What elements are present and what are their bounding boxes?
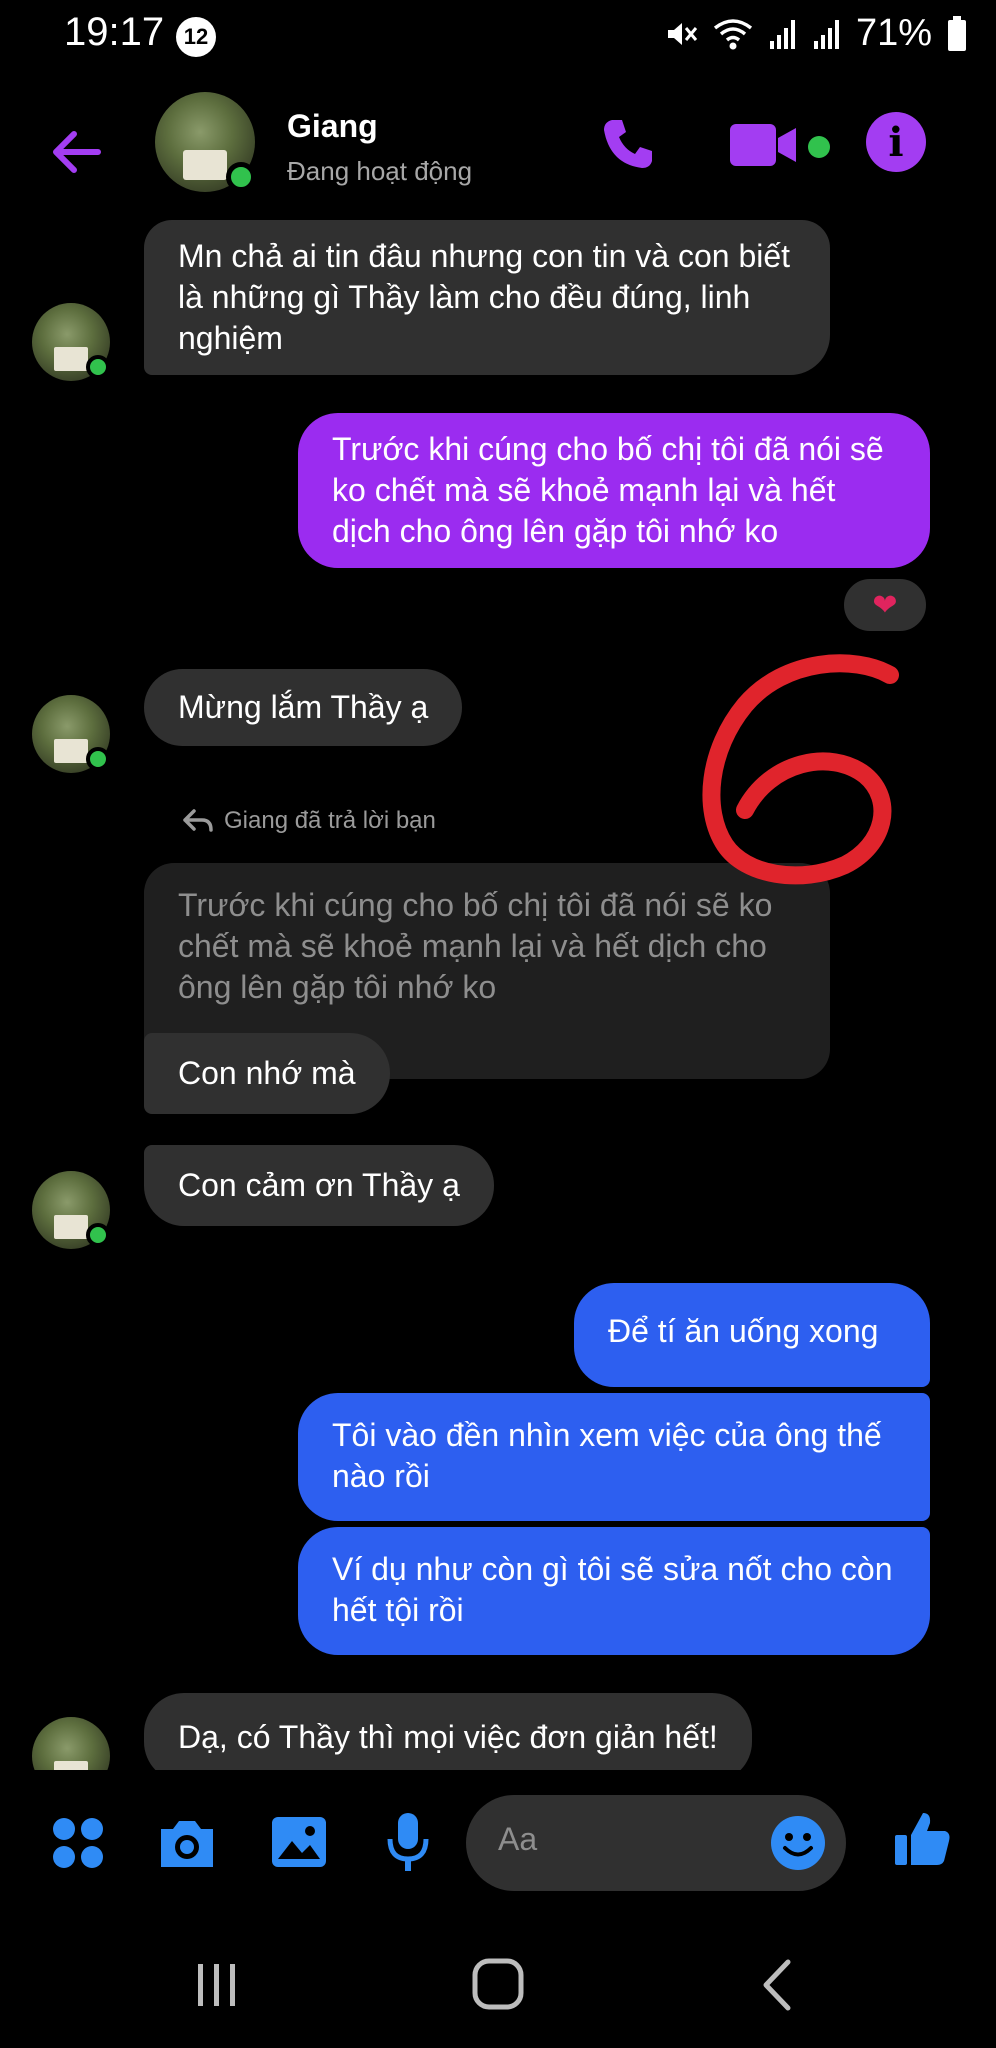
message-list[interactable]: Mn chả ai tin đâu nhưng con tin và con b…	[0, 215, 996, 1770]
image-icon[interactable]	[270, 1815, 328, 1869]
incoming-message[interactable]: Mn chả ai tin đâu nhưng con tin và con b…	[144, 220, 830, 375]
battery-icon	[948, 15, 966, 51]
reply-arrow-icon	[183, 809, 213, 832]
phone-icon	[604, 120, 652, 168]
heart-icon: ❤	[872, 588, 898, 622]
avatar[interactable]	[32, 1717, 110, 1770]
status-icons: 71%	[662, 12, 968, 55]
online-indicator	[86, 1223, 110, 1247]
video-call-button[interactable]	[728, 120, 800, 170]
incoming-message[interactable]: Mừng lắm Thầy ạ	[144, 669, 463, 746]
microphone-icon[interactable]	[386, 1811, 430, 1875]
back-arrow-icon	[53, 131, 101, 173]
voice-call-button[interactable]	[598, 114, 658, 174]
signal-icon	[813, 19, 839, 49]
incoming-message[interactable]: Con nhớ mà	[144, 1033, 390, 1114]
video-active-dot	[808, 136, 830, 158]
handwritten-six-annotation: 6	[690, 650, 899, 885]
status-bar: 19:17 12 71%	[0, 0, 996, 70]
conversation-header: Giang Đang hoạt động i	[0, 80, 996, 210]
emoji-icon[interactable]	[770, 1815, 826, 1871]
system-navigation-bar	[0, 1920, 996, 2048]
annotation-text: 6	[690, 650, 691, 651]
heart-reaction[interactable]: ❤	[840, 575, 930, 635]
info-button[interactable]: i	[866, 112, 926, 172]
online-indicator	[86, 355, 110, 379]
back-icon[interactable]	[758, 1958, 798, 2012]
online-indicator	[86, 747, 110, 771]
online-indicator	[226, 162, 256, 192]
outgoing-message[interactable]: Để tí ăn uống xong	[574, 1283, 930, 1387]
message-input[interactable]: Aa	[466, 1795, 846, 1891]
reply-label: Giang đã trả lời bạn	[182, 807, 436, 835]
outgoing-message[interactable]: Tôi vào đền nhìn xem việc của ông thế nà…	[298, 1393, 930, 1521]
menu-grid-icon[interactable]	[50, 1815, 106, 1871]
reply-label-text: Giang đã trả lời bạn	[224, 807, 436, 834]
camera-icon[interactable]	[155, 1815, 219, 1871]
info-icon: i	[888, 118, 904, 166]
message-input-placeholder: Aa	[498, 1821, 538, 1857]
notification-count-badge: 12	[176, 17, 216, 57]
outgoing-message[interactable]: Trước khi cúng cho bố chị tôi đã nói sẽ …	[298, 413, 930, 568]
status-time: 19:17	[64, 10, 165, 54]
outgoing-message[interactable]: Ví dụ như còn gì tôi sẽ sửa nốt cho còn …	[298, 1527, 930, 1655]
back-button[interactable]	[44, 120, 108, 184]
home-icon[interactable]	[470, 1956, 526, 2012]
signal-icon	[769, 19, 795, 49]
incoming-message[interactable]: Dạ, có Thầy thì mọi việc đơn giản hết!	[144, 1693, 752, 1770]
message-composer: Aa	[0, 1775, 996, 1910]
contact-name[interactable]: Giang	[287, 108, 378, 145]
recent-apps-icon[interactable]	[192, 1960, 242, 2010]
mute-icon	[667, 22, 698, 45]
wifi-icon	[713, 18, 753, 49]
thumbs-up-icon[interactable]	[893, 1809, 953, 1869]
video-camera-icon	[730, 124, 796, 166]
battery-percentage: 71%	[855, 12, 932, 54]
incoming-message[interactable]: Con cảm ơn Thầy ạ	[144, 1145, 494, 1226]
contact-status: Đang hoạt động	[287, 156, 473, 186]
